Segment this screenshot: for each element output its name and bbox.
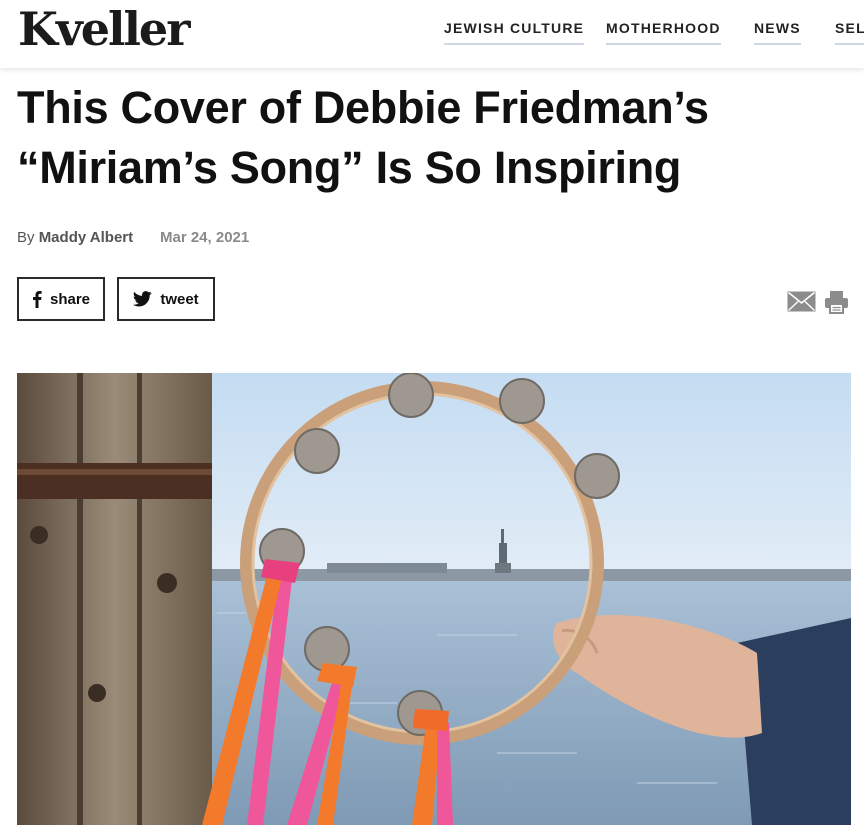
nav-item-jewish-culture[interactable]: JEWISH CULTURE bbox=[444, 20, 585, 45]
twitter-share-label: tweet bbox=[160, 290, 199, 308]
hero-photo-tambourine bbox=[17, 373, 851, 825]
nav-item-self[interactable]: SELF bbox=[835, 20, 864, 45]
site-logo[interactable]: Kveller bbox=[18, 2, 190, 56]
twitter-icon bbox=[133, 291, 153, 307]
article-byline: By Maddy Albert bbox=[17, 229, 133, 246]
byline-prefix: By bbox=[17, 229, 35, 246]
article-hero-image bbox=[17, 373, 851, 825]
facebook-share-label: share bbox=[49, 290, 91, 308]
nav-item-news[interactable]: NEWS bbox=[754, 20, 801, 45]
nav-item-motherhood[interactable]: MOTHERHOOD bbox=[606, 20, 721, 45]
author-link[interactable]: Maddy Albert bbox=[39, 229, 133, 246]
email-icon[interactable] bbox=[787, 291, 816, 312]
article-date: Mar 24, 2021 bbox=[160, 229, 250, 246]
facebook-share-button[interactable]: share bbox=[17, 277, 105, 321]
print-icon[interactable] bbox=[825, 290, 848, 314]
article-title: This Cover of Debbie Friedman’s “Miriam’… bbox=[17, 82, 709, 193]
site-header: Kveller JEWISH CULTURE MOTHERHOOD NEWS S… bbox=[0, 0, 864, 68]
twitter-share-button[interactable]: tweet bbox=[117, 277, 215, 321]
facebook-icon bbox=[32, 290, 42, 308]
